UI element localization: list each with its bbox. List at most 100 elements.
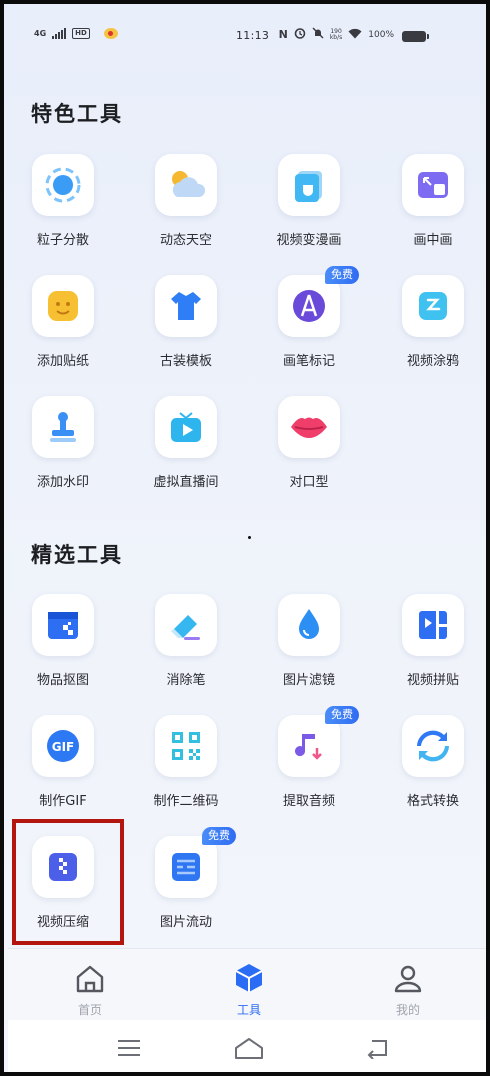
nav-label: 我的: [395, 1003, 420, 1017]
net-speed: 190 kb/s: [329, 28, 343, 41]
doodle-icon: [402, 275, 464, 337]
tool-label: 动态天空: [159, 233, 212, 248]
wifi-icon: [348, 28, 362, 42]
flow-icon: [155, 836, 217, 898]
hd-badge: HD: [72, 28, 90, 39]
mute-icon: [312, 27, 324, 42]
section-title-featured: 特色工具: [31, 102, 123, 126]
signal-icon: [52, 28, 67, 39]
tool-collage[interactable]: 视频拼贴: [378, 594, 486, 704]
tool-label: 视频变漫画: [276, 233, 342, 248]
tool-filter[interactable]: 图片滤镜: [254, 594, 364, 704]
sticker-icon: [32, 275, 94, 337]
tool-label: 画笔标记: [282, 354, 335, 369]
battery-icon: [402, 31, 429, 42]
lips-icon: [278, 396, 340, 458]
bottom-nav: 首页 工具 我的: [8, 948, 486, 1020]
filter-icon: [278, 594, 340, 656]
free-badge: 免费: [202, 827, 236, 845]
tool-label: 格式转换: [406, 794, 459, 809]
network-type: 4G: [34, 29, 47, 38]
tool-label: 制作GIF: [39, 794, 87, 809]
tool-convert[interactable]: 格式转换: [378, 715, 486, 825]
nav-home[interactable]: 首页: [50, 957, 130, 1017]
qrcode-icon: [155, 715, 217, 777]
eraser-icon: [155, 594, 217, 656]
nav-label: 工具: [236, 1003, 261, 1017]
tool-label: 视频涂鸦: [406, 354, 459, 369]
cutout-icon: [32, 594, 94, 656]
tool-flow[interactable]: 免费 图片流动: [131, 827, 241, 946]
free-badge: 免费: [325, 266, 359, 284]
tool-label: 古装模板: [159, 354, 212, 369]
tool-label: 视频压缩: [36, 915, 89, 930]
tool-label: 提取音频: [282, 794, 335, 809]
particle-icon: [32, 154, 94, 216]
tool-live[interactable]: 虚拟直播间: [131, 396, 241, 506]
brush-icon: [278, 275, 340, 337]
home-outline-icon[interactable]: [232, 1034, 266, 1062]
back-icon[interactable]: [360, 1034, 394, 1062]
nav-label: 首页: [77, 1003, 102, 1017]
stray-dot: [248, 536, 251, 539]
cube-icon: [235, 964, 263, 992]
tool-label: 虚拟直播间: [153, 475, 219, 490]
collage-icon: [402, 594, 464, 656]
tool-label: 图片滤镜: [282, 673, 335, 688]
free-badge: 免费: [325, 706, 359, 724]
gif-icon: GIF: [32, 715, 94, 777]
status-left: 4G HD: [34, 28, 118, 39]
costume-icon: [155, 275, 217, 337]
tool-label: 制作二维码: [153, 794, 219, 809]
tool-sticker[interactable]: 添加贴纸: [8, 275, 118, 385]
live-icon: [155, 396, 217, 458]
battery-percent: 100%: [368, 29, 394, 40]
tool-watermark[interactable]: 添加水印: [8, 396, 118, 506]
tool-gif[interactable]: GIF 制作GIF: [8, 715, 118, 825]
compress-icon: [32, 836, 94, 898]
tool-label: 视频拼贴: [406, 673, 459, 688]
app-screen: 4G HD 11:13 N 190 kb/s 100% 特色工具 粒子分散 动态…: [0, 0, 490, 1076]
tool-audio[interactable]: 免费 提取音频: [254, 706, 364, 825]
profile-icon: [394, 965, 422, 993]
audio-icon: [278, 715, 340, 777]
menu-icon[interactable]: [112, 1034, 146, 1062]
tool-costume[interactable]: 古装模板: [131, 275, 241, 385]
pip-icon: [402, 154, 464, 216]
tool-compress[interactable]: 视频压缩: [8, 836, 118, 946]
sky-icon: [155, 154, 217, 216]
tool-cutout[interactable]: 物品抠图: [8, 594, 118, 704]
tool-label: 粒子分散: [36, 233, 89, 248]
tool-qrcode[interactable]: 制作二维码: [131, 715, 241, 825]
section-title-selected: 精选工具: [31, 543, 123, 567]
net-speed-unit: kb/s: [329, 33, 343, 41]
nav-profile[interactable]: 我的: [368, 957, 448, 1017]
tool-particle[interactable]: 粒子分散: [8, 154, 118, 264]
tool-eraser[interactable]: 消除笔: [131, 594, 241, 704]
tool-label: 对口型: [289, 475, 329, 490]
alarm-icon: [294, 27, 306, 42]
status-time: 11:13: [236, 29, 270, 42]
tool-lips[interactable]: 对口型: [254, 396, 364, 506]
tool-label: 添加贴纸: [36, 354, 89, 369]
nfc-icon: N: [278, 27, 288, 41]
tool-label: 物品抠图: [36, 673, 89, 688]
tool-pip[interactable]: 画中画: [378, 154, 486, 264]
comic-icon: [278, 154, 340, 216]
tool-sky[interactable]: 动态天空: [131, 154, 241, 264]
tool-doodle[interactable]: 视频涂鸦: [378, 275, 486, 385]
gif-icon-text: GIF: [52, 740, 75, 754]
system-nav-bar: [8, 1020, 486, 1072]
tool-comic[interactable]: 视频变漫画: [254, 154, 364, 264]
convert-icon: [402, 715, 464, 777]
home-icon: [76, 965, 104, 993]
watermark-icon: [32, 396, 94, 458]
status-bar: 4G HD 11:13 N 190 kb/s 100%: [4, 4, 486, 68]
tool-label: 画中画: [413, 233, 453, 248]
tool-label: 图片流动: [159, 915, 212, 930]
nav-tools[interactable]: 工具: [209, 957, 289, 1017]
tool-label: 添加水印: [36, 475, 89, 490]
tool-brush[interactable]: 免费 画笔标记: [254, 266, 364, 385]
weibo-icon: [103, 28, 118, 39]
tool-label: 消除笔: [166, 673, 206, 688]
